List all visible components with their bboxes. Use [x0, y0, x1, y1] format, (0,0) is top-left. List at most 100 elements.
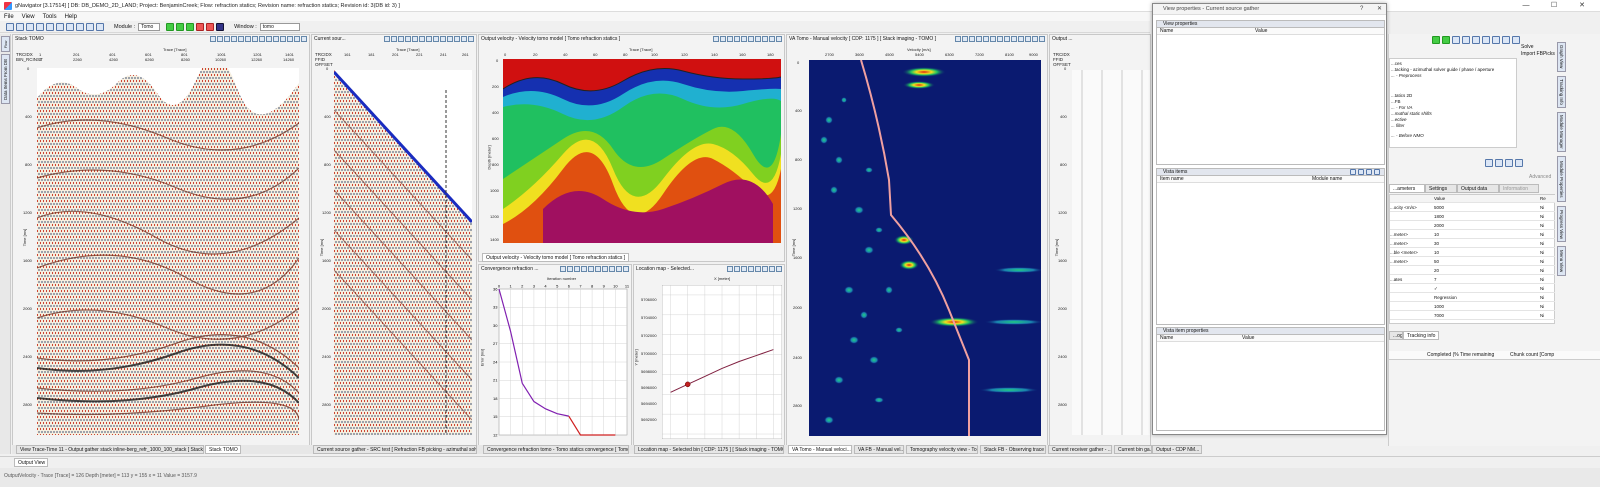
pick-icon[interactable] — [440, 36, 446, 42]
abort-icon[interactable] — [206, 22, 215, 31]
tab-module-manager[interactable]: Module Manager — [1557, 112, 1566, 152]
paste-icon[interactable] — [56, 22, 64, 31]
param-value[interactable]: 2000 — [1434, 222, 1444, 230]
pan-icon[interactable] — [962, 36, 968, 42]
tab-output-cdp[interactable]: Output - CDP NM... — [1152, 445, 1202, 454]
param-value[interactable]: 7000 — [1434, 312, 1444, 320]
palette-icon[interactable] — [412, 36, 418, 42]
copy-icon[interactable] — [46, 22, 54, 31]
refresh-icon[interactable] — [266, 36, 272, 42]
fit-icon[interactable] — [224, 36, 230, 42]
refresh-icon[interactable] — [36, 22, 44, 31]
palette-icon[interactable] — [983, 36, 989, 42]
select-icon[interactable] — [727, 266, 733, 272]
close-flow-icon[interactable] — [76, 22, 84, 31]
redo-icon[interactable] — [461, 36, 467, 42]
add-icon[interactable] — [1442, 36, 1450, 44]
tab-log[interactable]: ...og — [1389, 331, 1403, 340]
maximize-button[interactable]: ☐ — [1540, 0, 1568, 12]
tab-information[interactable]: Information — [1499, 184, 1539, 193]
zoom-icon[interactable] — [713, 36, 719, 42]
zoom-icon[interactable] — [210, 36, 216, 42]
source-gather-image[interactable] — [334, 70, 472, 435]
down-icon[interactable] — [1366, 169, 1372, 175]
undo-icon[interactable] — [616, 266, 622, 272]
nav-back-icon[interactable] — [1485, 159, 1493, 167]
output-gather-image[interactable] — [1072, 70, 1150, 435]
export-icon[interactable] — [748, 36, 754, 42]
param-value[interactable]: 50 — [1434, 258, 1439, 266]
menu-tools[interactable]: Tools — [43, 14, 57, 20]
tree-item[interactable]: ... - For VA — [1391, 105, 1413, 110]
remove-icon[interactable] — [1374, 169, 1380, 175]
tab-output-data[interactable]: Output data — [1457, 184, 1499, 193]
export-icon[interactable] — [997, 36, 1003, 42]
tab-va-fb[interactable]: VA FB - Manual vel... — [854, 445, 904, 454]
tree-item[interactable]: ... - Before NMO — [1391, 133, 1424, 138]
props-icon[interactable] — [259, 36, 265, 42]
param-row[interactable]: 20 Ni — [1390, 267, 1555, 275]
up-icon[interactable] — [1358, 169, 1364, 175]
tab-settings[interactable]: Settings — [1425, 184, 1457, 193]
zoom-icon[interactable] — [734, 266, 740, 272]
undo-icon[interactable] — [294, 36, 300, 42]
settings-icon[interactable] — [66, 22, 74, 31]
menu-solve[interactable]: Solve — [1521, 44, 1534, 50]
pan-icon[interactable] — [741, 266, 747, 272]
tab-current-bin[interactable]: Current bin ga... — [1114, 445, 1152, 454]
tab-tracking-info[interactable]: Tracking info — [1403, 331, 1439, 340]
grid-icon[interactable] — [245, 36, 251, 42]
undo-icon[interactable] — [776, 36, 782, 42]
pick-icon[interactable] — [287, 36, 293, 42]
tab-menu-view[interactable]: Menu View — [1557, 246, 1566, 276]
tab-module-properties[interactable]: Module Properties — [1557, 156, 1566, 202]
measure-icon[interactable] — [280, 36, 286, 42]
redo-icon[interactable] — [1032, 36, 1038, 42]
print-icon[interactable] — [769, 36, 775, 42]
undo-icon[interactable] — [1025, 36, 1031, 42]
param-value[interactable]: 10 — [1434, 249, 1439, 257]
info-icon[interactable] — [96, 22, 104, 31]
param-row[interactable]: ...ble <meter> 10 Ni — [1390, 249, 1555, 257]
tab-output-velocity[interactable]: Output velocity - Velocity tomo model [ … — [482, 253, 630, 262]
print-icon[interactable] — [468, 36, 474, 42]
param-row[interactable]: ...meter> 30 Ni — [1390, 240, 1555, 248]
pick-icon[interactable] — [1011, 36, 1017, 42]
nav-forward-icon[interactable] — [1495, 159, 1503, 167]
fit-icon[interactable] — [748, 266, 754, 272]
tab-va-tomo[interactable]: VA Tomo - Manual veloci... — [788, 445, 852, 454]
tab-output-view[interactable]: Output View — [14, 458, 48, 467]
tab-location-map[interactable]: Location map - Selected bin [ CDP: 1175 … — [634, 445, 784, 454]
pan-icon[interactable] — [391, 36, 397, 42]
gain-icon[interactable] — [231, 36, 237, 42]
tab-data-items[interactable]: Data Items From DB — [1, 54, 10, 104]
param-row[interactable]: 7000 Ni — [1390, 312, 1555, 320]
export-icon[interactable] — [426, 36, 432, 42]
window-select[interactable]: tomo — [259, 22, 300, 31]
tab-stack-tomo[interactable]: Stack TOMO — [205, 445, 241, 454]
tree-item[interactable]: ...tacking - azimuthal solver guide / ph… — [1391, 67, 1494, 72]
run-all-icon[interactable] — [176, 22, 185, 31]
delete-icon[interactable] — [1492, 36, 1500, 44]
up-icon[interactable] — [1452, 36, 1460, 44]
module-select[interactable]: Tomo — [138, 22, 161, 31]
fit-icon[interactable] — [398, 36, 404, 42]
save-icon[interactable] — [26, 22, 34, 31]
tab-progress-view[interactable]: Progress View — [1557, 206, 1566, 242]
tab-current-source[interactable]: Current source gather - SRC test [ Refra… — [313, 445, 477, 454]
param-row[interactable]: 1800 Ni — [1390, 213, 1555, 221]
refresh-icon[interactable] — [447, 36, 453, 42]
param-row[interactable]: ...meter> 10 Ni — [1390, 231, 1555, 239]
collapse-icon[interactable] — [1505, 159, 1513, 167]
refresh-icon[interactable] — [762, 36, 768, 42]
copy-icon[interactable] — [1472, 36, 1480, 44]
palette-icon[interactable] — [238, 36, 244, 42]
tab-convergence[interactable]: Convergence refraction tomo - Tomo stati… — [483, 445, 629, 454]
props-icon[interactable] — [433, 36, 439, 42]
param-value[interactable]: 30 — [1434, 240, 1439, 248]
fit-icon[interactable] — [969, 36, 975, 42]
pan-icon[interactable] — [567, 266, 573, 272]
gain-icon[interactable] — [405, 36, 411, 42]
redo-icon[interactable] — [301, 36, 307, 42]
add-icon[interactable] — [1350, 169, 1356, 175]
